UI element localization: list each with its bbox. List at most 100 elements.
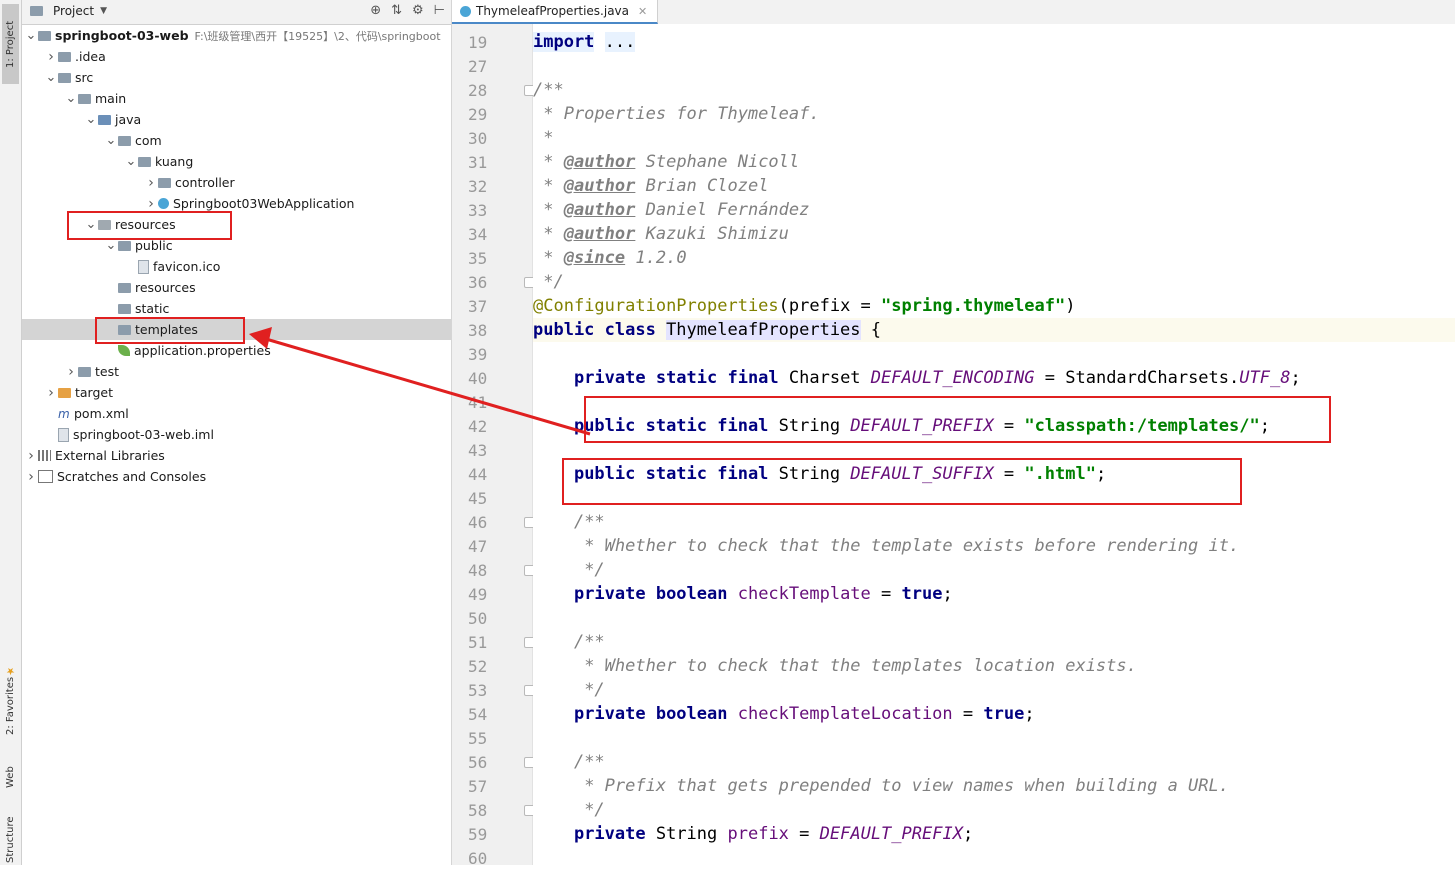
- gutter-line: 34: [452, 222, 532, 246]
- code-line: */: [533, 798, 1455, 822]
- gutter-line: 33: [452, 198, 532, 222]
- class-icon: [460, 5, 471, 17]
- doc-comment: Daniel Fernández: [635, 200, 810, 220]
- class-name[interactable]: ThymeleafProperties: [666, 320, 861, 340]
- field-name[interactable]: prefix: [728, 824, 789, 844]
- source-folder-icon: [98, 114, 111, 125]
- collapse-arrow-icon[interactable]: ›: [64, 364, 78, 380]
- collapse-arrow-icon[interactable]: ›: [44, 385, 58, 401]
- tree-item[interactable]: favicon.ico: [22, 256, 451, 277]
- collapse-arrow-icon[interactable]: ›: [24, 469, 38, 485]
- close-icon[interactable]: ✕: [638, 5, 647, 18]
- line-number: 28: [468, 81, 488, 100]
- code-line: * Prefix that gets prepended to view nam…: [533, 774, 1455, 798]
- tree-item-label: java: [115, 112, 142, 127]
- structure-tool-button[interactable]: Structure: [2, 815, 19, 865]
- gutter-line: 53: [452, 678, 535, 702]
- tree-item-label: com: [135, 133, 162, 148]
- expand-arrow-icon[interactable]: ⌄: [104, 133, 118, 148]
- annotation-at: @: [533, 296, 544, 316]
- expand-arrow-icon[interactable]: ⌄: [24, 28, 38, 43]
- tree-item[interactable]: ⌄ java: [22, 109, 451, 130]
- code-text: =: [993, 464, 1025, 484]
- code-text: ;: [1290, 368, 1301, 388]
- modifiers: private boolean: [573, 704, 738, 724]
- tree-item[interactable]: springboot-03-web.iml: [22, 424, 451, 445]
- tree-item[interactable]: ⌄ springboot-03-web F:\班级管理\西开【19525】\2、代码…: [22, 25, 451, 46]
- web-tool-button[interactable]: Web: [2, 752, 19, 802]
- gear-icon[interactable]: ⚙: [412, 3, 424, 18]
- tree-item[interactable]: › controller: [22, 172, 451, 193]
- gutter-line: 59: [452, 822, 532, 846]
- tree-item[interactable]: m pom.xml: [22, 403, 451, 424]
- code-line: * @author Brian Clozel: [533, 176, 769, 196]
- doc-comment: */: [533, 272, 564, 292]
- project-tool-button[interactable]: 1: Project: [2, 4, 19, 84]
- project-tool-label: 1: Project: [5, 20, 16, 68]
- constant-field[interactable]: DEFAULT_PREFIX: [820, 824, 963, 844]
- tree-item[interactable]: ⌄ com: [22, 130, 451, 151]
- tree-item[interactable]: ⌄ resources: [22, 214, 451, 235]
- star-icon: ★: [5, 665, 16, 677]
- tree-item[interactable]: resources: [22, 277, 451, 298]
- expand-arrow-icon[interactable]: ⌄: [104, 238, 118, 253]
- code-editor[interactable]: import ... /** * Properties for Thymelea…: [533, 24, 1455, 865]
- constant-field[interactable]: UTF_8: [1239, 368, 1290, 388]
- tree-item[interactable]: templates: [22, 319, 451, 340]
- collapse-all-icon[interactable]: ⇅: [391, 3, 402, 18]
- gutter-line: 45: [452, 486, 532, 510]
- constant-field[interactable]: DEFAULT_PREFIX: [850, 416, 993, 436]
- tree-item[interactable]: › External Libraries: [22, 445, 451, 466]
- tree-item[interactable]: ⌄ public: [22, 235, 451, 256]
- constant-field[interactable]: DEFAULT_ENCODING: [871, 368, 1035, 388]
- line-number: 29: [468, 105, 488, 124]
- editor-tab-bar: ThymeleafProperties.java ✕: [452, 0, 1455, 25]
- expand-arrow-icon[interactable]: ⌄: [84, 217, 98, 232]
- expand-arrow-icon[interactable]: ⌄: [64, 91, 78, 106]
- tree-item[interactable]: ⌄ src: [22, 67, 451, 88]
- code-line: * @author Stephane Nicoll: [533, 152, 800, 172]
- collapse-arrow-icon[interactable]: ›: [24, 448, 38, 464]
- gutter-line: 29: [452, 102, 532, 126]
- project-view-selector[interactable]: Project ▼: [30, 4, 107, 18]
- spring-class-icon: [158, 198, 169, 209]
- tree-item[interactable]: › Springboot03WebApplication: [22, 193, 451, 214]
- field-name[interactable]: checkTemplate: [738, 584, 871, 604]
- gutter-line: 32: [452, 174, 532, 198]
- line-number: 39: [468, 345, 488, 364]
- tree-item[interactable]: ⌄ main: [22, 88, 451, 109]
- tree-item[interactable]: static: [22, 298, 451, 319]
- expand-arrow-icon[interactable]: ⌄: [124, 154, 138, 169]
- line-number: 53: [468, 681, 488, 700]
- tree-item-label: main: [95, 91, 127, 106]
- doc-comment: * Properties for Thymeleaf.: [533, 104, 820, 124]
- expand-arrow-icon[interactable]: ⌄: [84, 112, 98, 127]
- annotation-name[interactable]: ConfigurationProperties: [543, 296, 778, 316]
- constant-field[interactable]: DEFAULT_SUFFIX: [850, 464, 993, 484]
- gutter-line: 36: [452, 270, 535, 294]
- tree-item[interactable]: › .idea: [22, 46, 451, 67]
- tab-thymeleaf-properties[interactable]: ThymeleafProperties.java ✕: [452, 0, 659, 24]
- favorites-tool-button[interactable]: 2: Favorites ★: [2, 655, 19, 745]
- folded-imports[interactable]: ...: [604, 32, 636, 52]
- tree-item[interactable]: › test: [22, 361, 451, 382]
- field-name[interactable]: checkTemplateLocation: [738, 704, 953, 724]
- collapse-arrow-icon[interactable]: ›: [144, 175, 158, 191]
- collapse-arrow-icon[interactable]: ›: [44, 49, 58, 65]
- hide-icon[interactable]: ⊢: [434, 3, 445, 18]
- line-number: 55: [468, 729, 488, 748]
- expand-arrow-icon[interactable]: ⌄: [44, 70, 58, 85]
- gutter-line: 49: [452, 582, 532, 606]
- locate-icon[interactable]: ⊕: [370, 3, 381, 18]
- tree-item[interactable]: application.properties: [22, 340, 451, 361]
- collapse-arrow-icon[interactable]: ›: [144, 196, 158, 212]
- tree-item-label: target: [75, 385, 114, 400]
- tree-item[interactable]: › target: [22, 382, 451, 403]
- chevron-down-icon: ▼: [100, 6, 107, 16]
- tree-item[interactable]: › Scratches and Consoles: [22, 466, 451, 487]
- folder-icon: [78, 93, 91, 104]
- code-line: *: [533, 126, 1455, 150]
- tool-window-strip: 1: Project 2: Favorites ★ Web Structure: [0, 0, 22, 865]
- tree-item[interactable]: ⌄ kuang: [22, 151, 451, 172]
- annotation-args: ): [1065, 296, 1076, 316]
